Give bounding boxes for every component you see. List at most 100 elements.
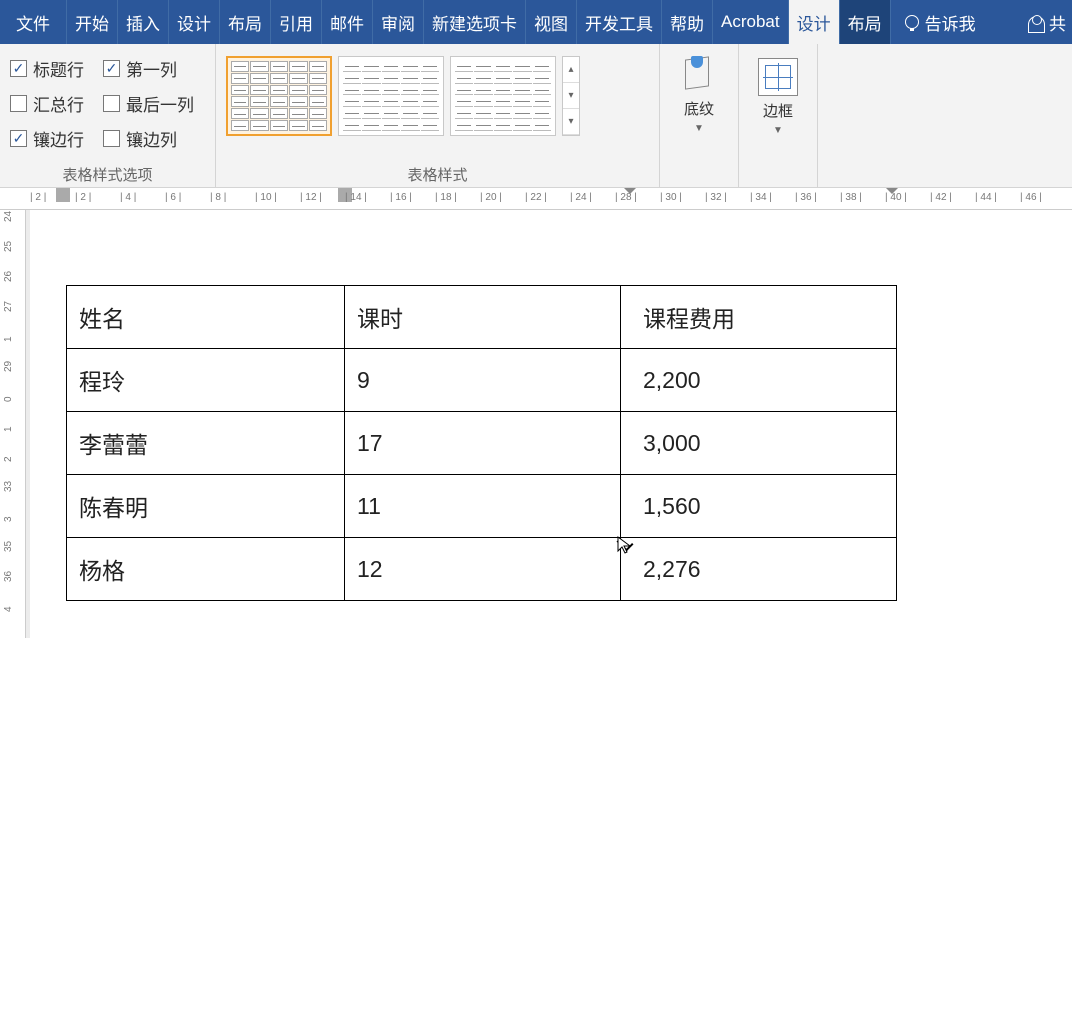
- ruler-tick: | 42 |: [930, 192, 952, 203]
- table-style-1[interactable]: [226, 56, 332, 136]
- document-area: 2425262712901233335364 姓名 课时 课程费用 程玲92,2…: [0, 210, 1072, 638]
- ruler-tick: | 16 |: [390, 192, 412, 203]
- cell[interactable]: 杨格: [67, 538, 345, 601]
- tab-references[interactable]: 引用: [271, 0, 322, 44]
- tab-layout-doc[interactable]: 布局: [220, 0, 271, 44]
- tab-mail[interactable]: 邮件: [322, 0, 373, 44]
- group-label-styles: 表格样式: [226, 160, 649, 185]
- ruler-tick: | 38 |: [840, 192, 862, 203]
- cell[interactable]: 程玲: [67, 349, 345, 412]
- ruler-tick: 35: [3, 541, 14, 552]
- chk-banded-col-label: 镶边列: [126, 126, 177, 151]
- borders-button[interactable]: 边框 ▼: [749, 50, 807, 142]
- cell[interactable]: 17: [345, 412, 621, 475]
- dropdown-icon: ▼: [773, 125, 783, 136]
- content-table[interactable]: 姓名 课时 课程费用 程玲92,200 李蕾蕾173,000 陈春明111,56…: [66, 285, 897, 601]
- table-row[interactable]: 李蕾蕾173,000: [67, 412, 897, 475]
- chk-banded-row[interactable]: ✓镶边行: [10, 126, 95, 151]
- cell[interactable]: 11: [345, 475, 621, 538]
- ruler-tick: 36: [3, 571, 14, 582]
- ruler-tick: | 12 |: [300, 192, 322, 203]
- ruler-tick: 24: [3, 211, 14, 222]
- tell-me-search[interactable]: 告诉我: [891, 0, 990, 44]
- group-label-options: 表格样式选项: [10, 160, 205, 185]
- ruler-tick: | 10 |: [255, 192, 277, 203]
- share-button[interactable]: 共: [1022, 0, 1072, 44]
- ruler-tick: 4: [3, 606, 14, 612]
- scroll-up-icon: ▴: [563, 57, 579, 83]
- borders-icon: [758, 58, 798, 96]
- cell[interactable]: 3,000: [621, 412, 897, 475]
- ruler-tick: 2: [3, 456, 14, 462]
- style-gallery-expand[interactable]: ▴▾▾: [562, 56, 580, 136]
- chk-first-col[interactable]: ✓第一列: [103, 56, 205, 81]
- tab-table-design[interactable]: 设计: [789, 0, 840, 44]
- ruler-tick: | 30 |: [660, 192, 682, 203]
- chk-header-row[interactable]: ✓标题行: [10, 56, 95, 81]
- shading-button[interactable]: 底纹 ▼: [670, 50, 728, 140]
- dropdown-icon: ▼: [694, 123, 704, 134]
- tab-stop-icon[interactable]: [56, 188, 70, 202]
- ruler-tick: | 44 |: [975, 192, 997, 203]
- chk-banded-row-label: 镶边行: [33, 126, 84, 151]
- ruler-tick: | 2 |: [30, 192, 46, 203]
- cell[interactable]: 陈春明: [67, 475, 345, 538]
- tab-view[interactable]: 视图: [526, 0, 577, 44]
- shading-label: 底纹: [684, 98, 714, 119]
- header-name[interactable]: 姓名: [67, 286, 345, 349]
- person-icon: [1028, 16, 1045, 33]
- table-row[interactable]: 陈春明111,560: [67, 475, 897, 538]
- tab-table-layout[interactable]: 布局: [840, 0, 891, 44]
- tab-design-doc[interactable]: 设计: [169, 0, 220, 44]
- ruler-tick: | 14 |: [345, 192, 367, 203]
- vertical-ruler[interactable]: 2425262712901233335364: [0, 210, 26, 638]
- lightbulb-icon: [905, 15, 919, 29]
- ruler-tick: 27: [3, 301, 14, 312]
- header-hours[interactable]: 课时: [345, 286, 621, 349]
- cell[interactable]: 2,276: [621, 538, 897, 601]
- tab-newtab[interactable]: 新建选项卡: [424, 0, 526, 44]
- ruler-tick: | 40 |: [885, 192, 907, 203]
- tab-developer[interactable]: 开发工具: [577, 0, 662, 44]
- cell[interactable]: 2,200: [621, 349, 897, 412]
- horizontal-ruler[interactable]: | 2 || 2 || 4 || 6 || 8 || 10 || 12 || 1…: [0, 188, 1072, 210]
- chk-last-col-label: 最后一列: [126, 91, 194, 116]
- header-cost[interactable]: 课程费用: [621, 286, 897, 349]
- table-header-row[interactable]: 姓名 课时 课程费用: [67, 286, 897, 349]
- table-row[interactable]: 程玲92,200: [67, 349, 897, 412]
- ruler-tick: 29: [3, 361, 14, 372]
- table-style-3[interactable]: [450, 56, 556, 136]
- table-row[interactable]: 杨格122,276: [67, 538, 897, 601]
- ruler-tick: | 20 |: [480, 192, 502, 203]
- tab-review[interactable]: 审阅: [373, 0, 424, 44]
- ruler-tick: | 36 |: [795, 192, 817, 203]
- cell[interactable]: 12: [345, 538, 621, 601]
- ruler-tick: | 18 |: [435, 192, 457, 203]
- paint-bucket-icon: [679, 56, 719, 94]
- ruler-tick: | 8 |: [210, 192, 226, 203]
- tab-insert[interactable]: 插入: [118, 0, 169, 44]
- cell[interactable]: 9: [345, 349, 621, 412]
- tab-file[interactable]: 文件: [0, 0, 67, 44]
- ruler-tick: | 22 |: [525, 192, 547, 203]
- tab-help[interactable]: 帮助: [662, 0, 713, 44]
- chk-banded-col[interactable]: 镶边列: [103, 126, 205, 151]
- ribbon-tabs: 文件 开始 插入 设计 布局 引用 邮件 审阅 新建选项卡 视图 开发工具 帮助…: [0, 0, 1072, 44]
- chk-total-row[interactable]: 汇总行: [10, 91, 95, 116]
- borders-label: 边框: [763, 100, 793, 121]
- chk-total-row-label: 汇总行: [33, 91, 84, 116]
- cell[interactable]: 1,560: [621, 475, 897, 538]
- ruler-tick: 1: [3, 426, 14, 432]
- scroll-down-icon: ▾: [563, 83, 579, 109]
- chk-last-col[interactable]: 最后一列: [103, 91, 205, 116]
- page[interactable]: 姓名 课时 课程费用 程玲92,200 李蕾蕾173,000 陈春明111,56…: [30, 210, 1072, 1010]
- cell[interactable]: 李蕾蕾: [67, 412, 345, 475]
- table-style-2[interactable]: [338, 56, 444, 136]
- chk-first-col-label: 第一列: [126, 56, 177, 81]
- ruler-tick: 26: [3, 271, 14, 282]
- ruler-tick: | 34 |: [750, 192, 772, 203]
- tab-acrobat[interactable]: Acrobat: [713, 0, 789, 44]
- ruler-tick: 0: [3, 396, 14, 402]
- tab-home[interactable]: 开始: [67, 0, 118, 44]
- group-style-options: ✓标题行 ✓第一列 汇总行 最后一列 ✓镶边行 镶边列 表格样式选项: [0, 44, 216, 187]
